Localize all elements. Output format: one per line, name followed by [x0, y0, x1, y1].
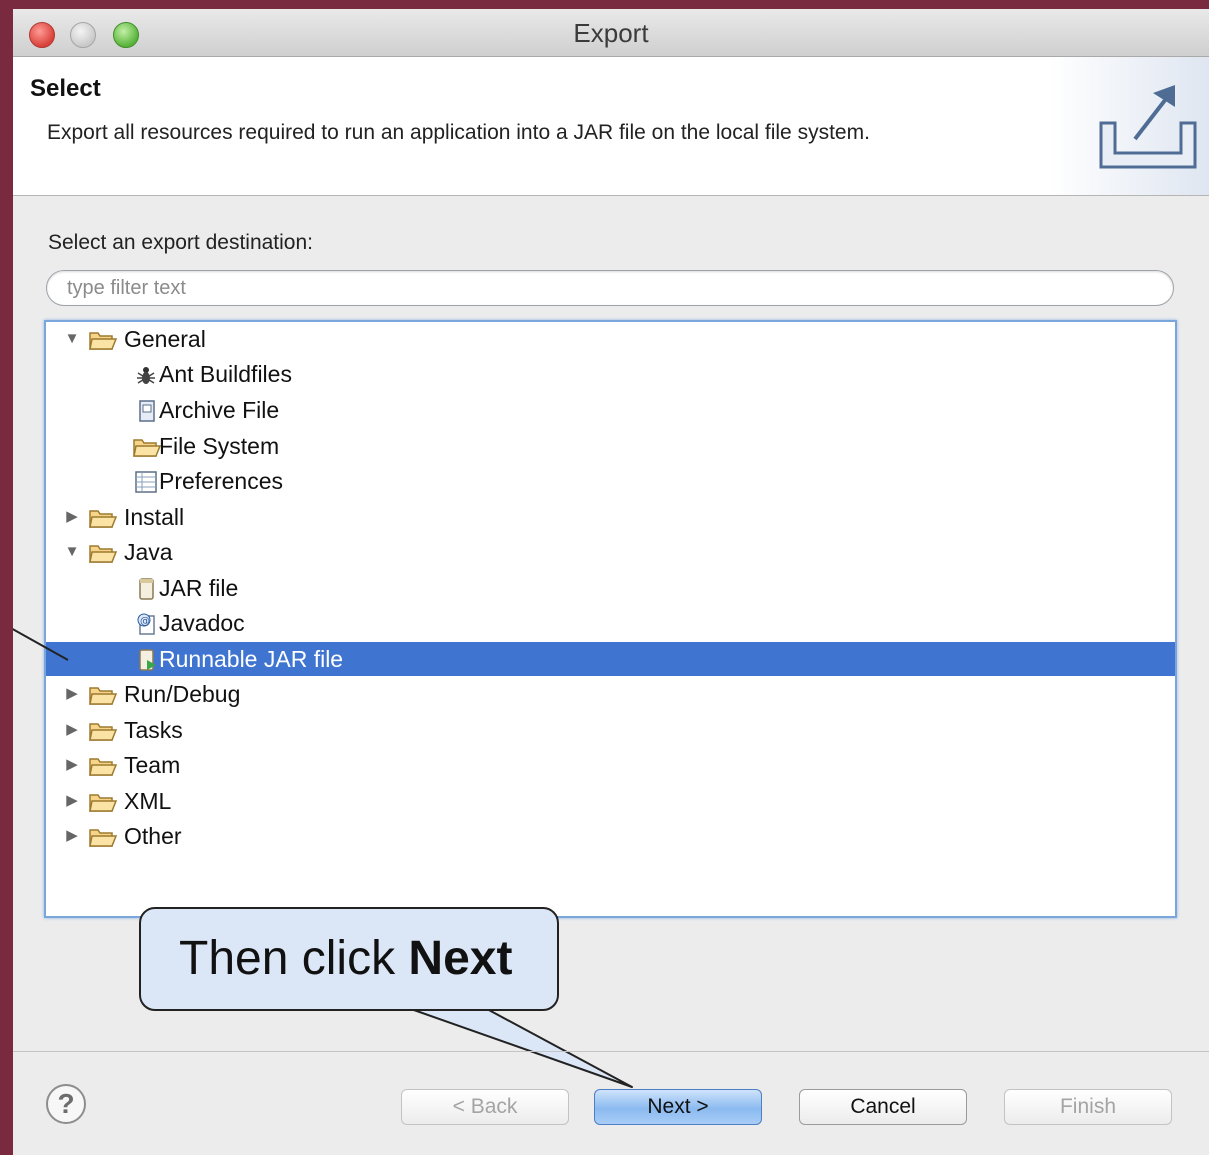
tree-item[interactable]: JAR file — [46, 571, 1175, 605]
tree-item-label: XML — [124, 788, 172, 814]
tree-category[interactable]: ▼ Java — [46, 535, 1175, 569]
runnable-jar-icon — [132, 647, 160, 671]
folder-icon — [88, 824, 118, 848]
folder-icon — [88, 753, 118, 777]
page-title: Select — [30, 75, 101, 102]
footer-divider — [13, 1051, 1209, 1052]
tree-category[interactable]: ▼ General — [46, 322, 1175, 356]
export-banner-icon — [1049, 57, 1209, 195]
tree-item-label: Archive File — [159, 397, 280, 423]
tree-category[interactable]: ▶ Other — [46, 819, 1175, 853]
tree-item-label: Ant Buildfiles — [159, 361, 292, 387]
callout-text: Then click Next — [179, 932, 513, 985]
expand-toggle-icon[interactable]: ▶ — [64, 713, 80, 747]
javadoc-icon: @ — [132, 611, 160, 635]
title-bar: Export — [13, 9, 1209, 57]
tree-item-label: Runnable JAR file — [159, 646, 344, 672]
tree-item-label: JAR file — [159, 575, 239, 601]
export-dialog: Export Select Export all resources requi… — [13, 9, 1209, 1155]
folder-icon — [88, 682, 118, 706]
help-icon[interactable]: ? — [46, 1084, 86, 1124]
tree-item-label: Install — [124, 504, 185, 530]
collapse-toggle-icon[interactable]: ▼ — [64, 322, 80, 356]
svg-text:@: @ — [140, 616, 150, 627]
expand-toggle-icon[interactable]: ▶ — [64, 819, 80, 853]
tree-item-label: Run/Debug — [124, 681, 241, 707]
folder-icon — [88, 789, 118, 813]
wizard-header: Select Export all resources required to … — [13, 57, 1209, 196]
tree-item-label: General — [124, 326, 206, 352]
tree-item[interactable]: Runnable JAR file — [46, 642, 1175, 676]
tree-category[interactable]: ▶ XML — [46, 784, 1175, 818]
tree-category[interactable]: ▶ Run/Debug — [46, 677, 1175, 711]
next-callout: Then click Next — [139, 907, 559, 1011]
destination-tree[interactable]: ▼ General Ant Buildfiles Archive File File S… — [44, 320, 1177, 918]
expand-toggle-icon[interactable]: ▶ — [64, 500, 80, 534]
jar-icon — [132, 576, 160, 600]
tree-item[interactable]: Preferences — [46, 464, 1175, 498]
filter-input[interactable] — [46, 270, 1174, 306]
expand-toggle-icon[interactable]: ▶ — [64, 677, 80, 711]
tree-category[interactable]: ▶ Tasks — [46, 713, 1175, 747]
cancel-button[interactable]: Cancel — [799, 1089, 967, 1125]
page-description: Export all resources required to run an … — [47, 121, 870, 144]
folder-icon — [88, 505, 118, 529]
tree-category[interactable]: ▶ Team — [46, 748, 1175, 782]
tree-item-label: File System — [159, 433, 280, 459]
tree-item-label: Javadoc — [159, 610, 245, 636]
collapse-toggle-icon[interactable]: ▼ — [64, 535, 80, 569]
tree-item[interactable]: Ant Buildfiles — [46, 357, 1175, 391]
tree-item-label: Other — [124, 823, 182, 849]
folder-icon — [88, 540, 118, 564]
folder-icon — [132, 434, 162, 458]
window-title: Export — [573, 18, 649, 48]
preferences-icon — [132, 469, 160, 493]
next-button[interactable]: Next > — [594, 1089, 762, 1125]
tree-category[interactable]: ▶ Install — [46, 500, 1175, 534]
finish-button[interactable]: Finish — [1004, 1089, 1172, 1125]
back-button[interactable]: < Back — [401, 1089, 569, 1125]
folder-icon — [88, 718, 118, 742]
archive-icon — [132, 398, 160, 422]
expand-toggle-icon[interactable]: ▶ — [64, 748, 80, 782]
tree-item-label: Team — [124, 752, 181, 778]
destination-label: Select an export destination: — [48, 231, 314, 254]
tree-item-label: Preferences — [159, 468, 284, 494]
tree-item-label: Tasks — [124, 717, 183, 743]
ant-icon — [132, 362, 160, 386]
tree-item[interactable]: @ Javadoc — [46, 606, 1175, 640]
tree-item[interactable]: Archive File — [46, 393, 1175, 427]
expand-toggle-icon[interactable]: ▶ — [64, 784, 80, 818]
folder-icon — [88, 327, 118, 351]
tree-item-label: Java — [124, 539, 173, 565]
tree-item[interactable]: File System — [46, 429, 1175, 463]
